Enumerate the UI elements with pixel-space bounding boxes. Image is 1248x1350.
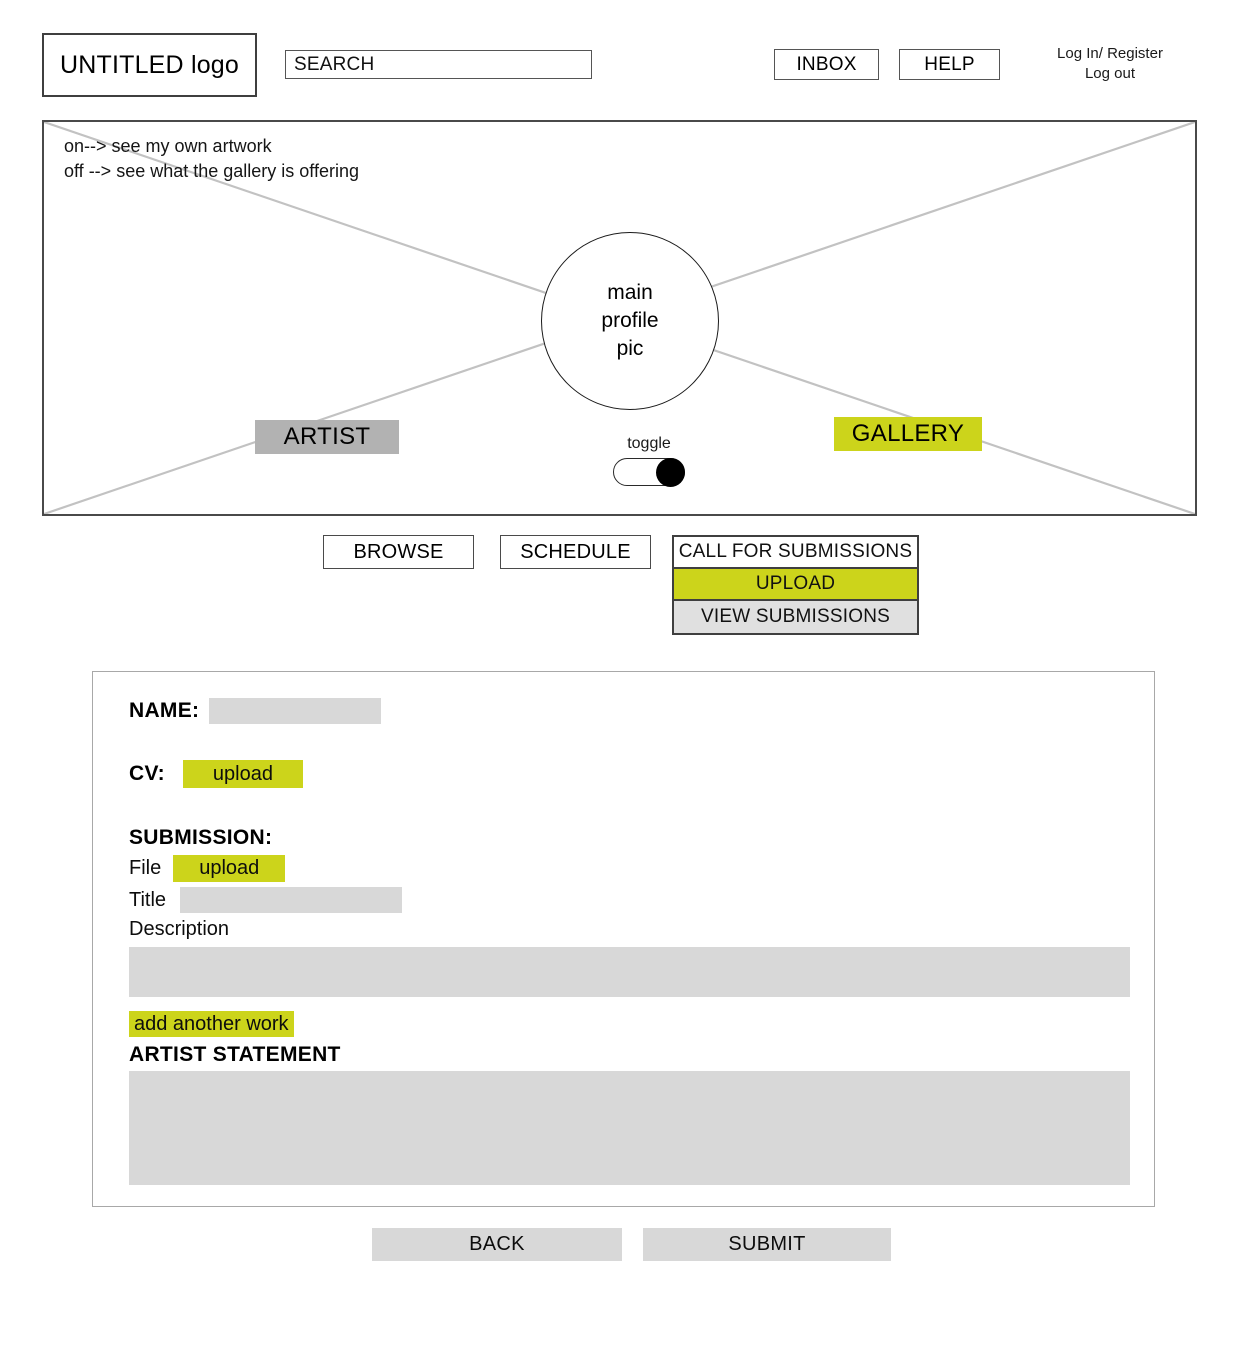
help-label: HELP [924,53,975,75]
add-another-work-button[interactable]: add another work [129,1011,294,1037]
description-label: Description [129,918,230,940]
search-placeholder-text: SEARCH [294,53,375,75]
menu-item-view-submissions[interactable]: VIEW SUBMISSIONS [674,601,917,633]
inbox-button[interactable]: INBOX [774,49,879,80]
back-button[interactable]: BACK [372,1228,622,1261]
submission-form-panel: NAME: CV: upload SUBMISSION: File upload… [92,671,1155,1207]
name-label: NAME: [129,699,200,722]
back-label: BACK [469,1233,525,1255]
submission-section-header: SUBMISSION: [129,826,1128,850]
gallery-mode-label[interactable]: GALLERY [834,417,982,451]
file-label: File [129,857,162,879]
artist-mode-label[interactable]: ARTIST [255,420,399,454]
toggle-note-off: off --> see what the gallery is offering [64,160,359,181]
toggle-explainer-note: on--> see my own artwork off --> see wha… [64,134,359,184]
artist-statement-label: ARTIST STATEMENT [129,1043,341,1066]
mode-toggle-group: toggle [589,435,709,487]
profile-pic-line-3: pic [616,337,644,361]
submission-form-inner: NAME: CV: upload SUBMISSION: File upload… [129,698,1130,1185]
logo-button[interactable]: UNTITLED logo [42,33,257,97]
title-field-row: Title [129,887,1128,913]
submit-button[interactable]: SUBMIT [643,1228,891,1261]
login-register-link[interactable]: Log In/ Register [1030,44,1190,64]
upload-menu-label: UPLOAD [755,573,836,594]
file-upload-button[interactable]: upload [173,855,286,882]
title-label: Title [129,888,167,911]
name-field-row: NAME: [129,698,1128,724]
description-field-row: Description [129,918,1128,941]
call-for-submissions-label: CALL FOR SUBMISSIONS [678,541,913,562]
account-links: Log In/ Register Log out [1030,44,1190,85]
toggle-note-on: on--> see my own artwork [64,136,272,156]
browse-label: BROWSE [353,540,444,563]
artist-label-text: ARTIST [283,423,371,450]
toggle-caption: toggle [627,435,671,452]
submit-label: SUBMIT [728,1233,806,1255]
name-input[interactable] [209,698,382,724]
search-input[interactable]: SEARCH [285,50,592,79]
call-for-submissions-menu: CALL FOR SUBMISSIONS UPLOAD VIEW SUBMISS… [672,535,919,635]
view-submissions-menu-label: VIEW SUBMISSIONS [700,606,890,627]
mode-toggle-switch[interactable] [613,458,685,487]
logout-link[interactable]: Log out [1030,64,1190,84]
profile-pic-line-1: main [607,280,653,304]
browse-button[interactable]: BROWSE [323,535,474,569]
profile-pic-line-2: profile [601,308,659,332]
toggle-knob[interactable] [656,458,685,487]
cv-field-row: CV: upload [129,760,1128,788]
logo-text: UNTITLED logo [59,50,240,79]
description-textarea[interactable] [129,947,1130,997]
hero-banner: on--> see my own artwork off --> see wha… [42,120,1197,516]
inbox-label: INBOX [796,53,857,75]
file-field-row: File upload [129,855,1128,882]
cv-upload-button[interactable]: upload [182,760,303,788]
schedule-label: SCHEDULE [520,540,631,563]
menu-item-upload[interactable]: UPLOAD [674,569,917,601]
help-button[interactable]: HELP [899,49,1000,80]
schedule-button[interactable]: SCHEDULE [500,535,651,569]
main-profile-pic-placeholder[interactable]: main profile pic [541,232,719,410]
page-header: UNTITLED logo SEARCH INBOX HELP Log In/ … [0,0,1248,112]
cv-label: CV: [129,762,165,785]
gallery-label-text: GALLERY [851,420,965,447]
artist-statement-textarea[interactable] [129,1071,1130,1185]
call-for-submissions-button[interactable]: CALL FOR SUBMISSIONS [674,537,917,569]
title-input[interactable] [180,887,403,913]
submission-label: SUBMISSION: [129,826,273,849]
